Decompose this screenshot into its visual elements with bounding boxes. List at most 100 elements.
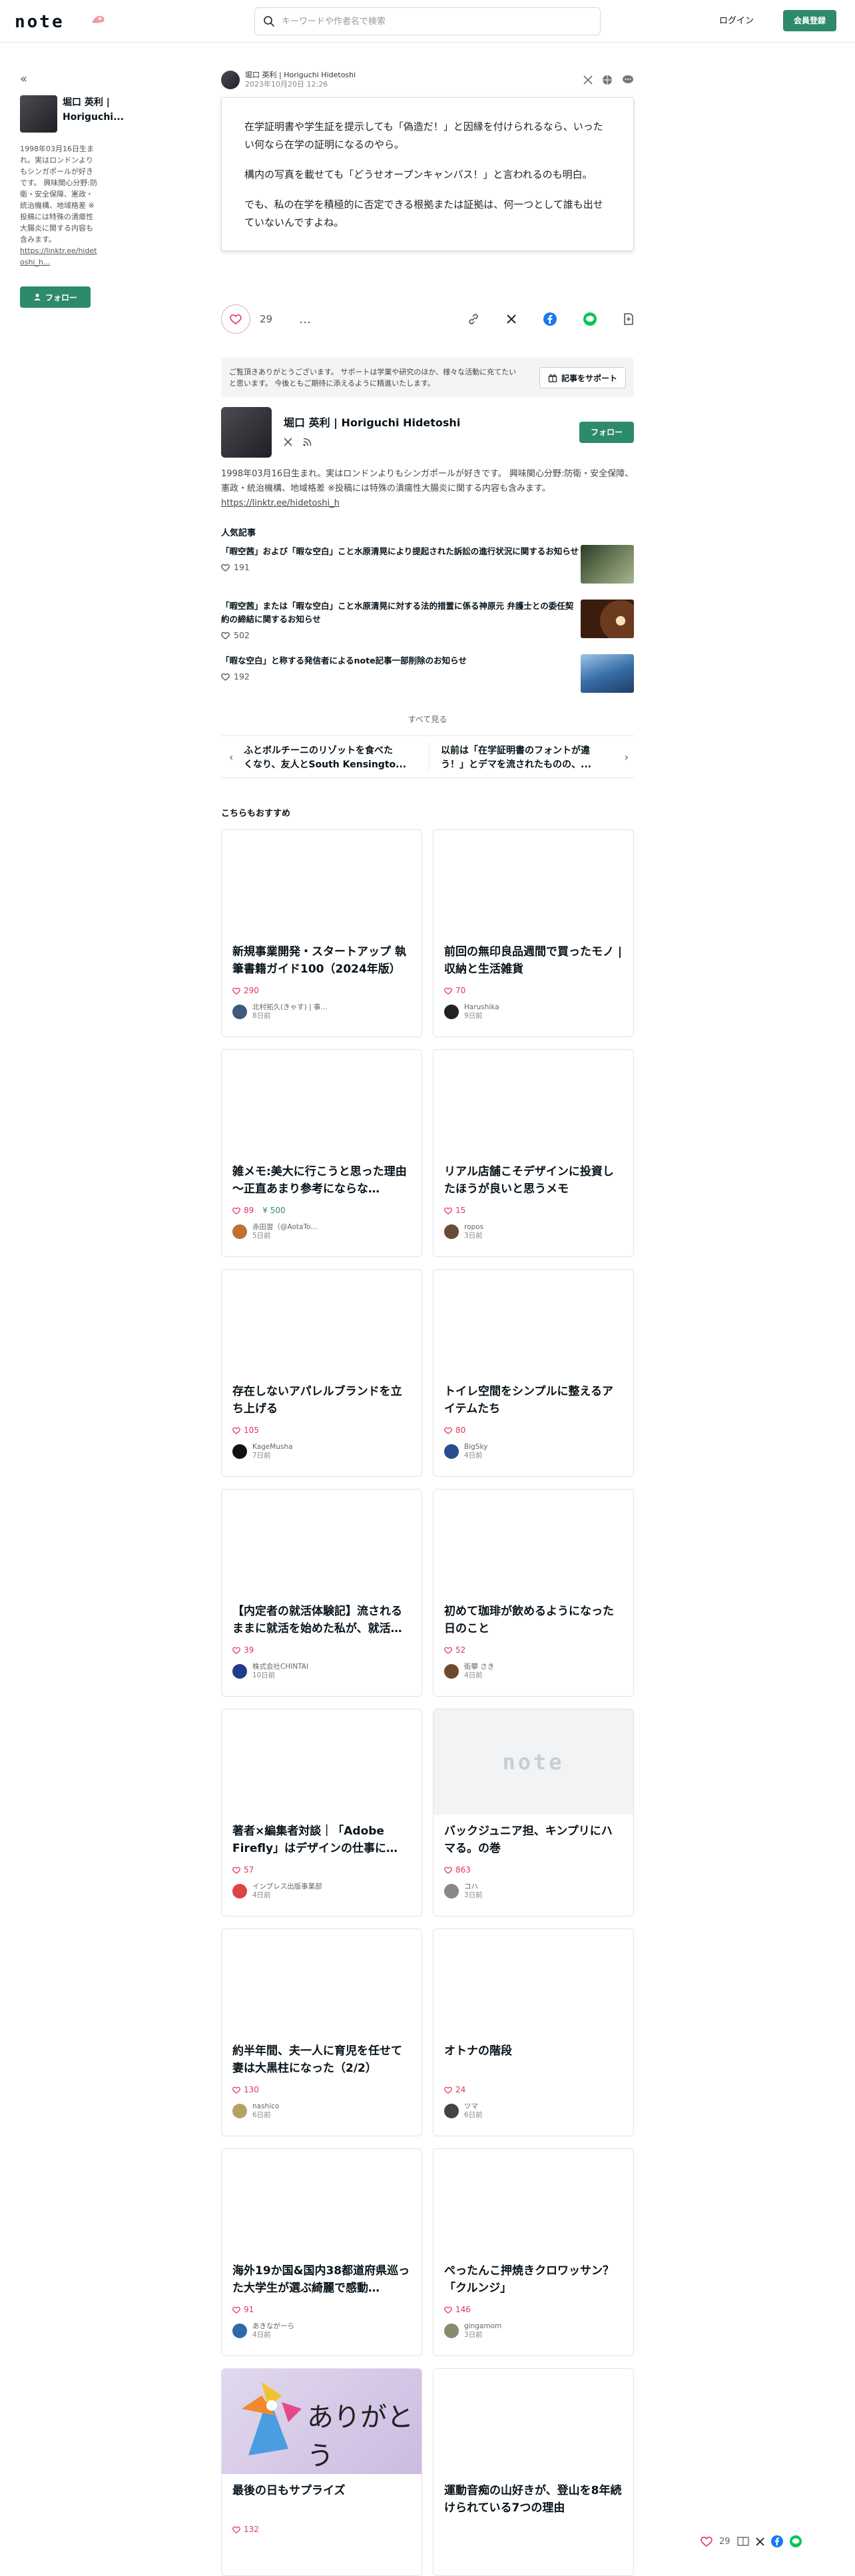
next-article-title: 以前は「在学証明書のフォントが違 bbox=[441, 745, 590, 756]
rss-icon[interactable] bbox=[303, 438, 312, 446]
link-icon[interactable] bbox=[467, 313, 479, 325]
heart-outline-icon bbox=[221, 564, 230, 572]
avatar[interactable] bbox=[20, 95, 57, 133]
recommend-card[interactable]: ぺったんこ押焼きクロワッサン？「クルンジ」 146 gingamom 3日前 bbox=[433, 2148, 634, 2356]
recommend-card[interactable]: 海外19か国&国内38都道府県巡った大学生が選ぶ綺麗で感動… 91 あきながーら 4日… bbox=[221, 2148, 422, 2356]
card-author[interactable]: ツマ 6日前 bbox=[444, 2102, 483, 2120]
x-logo-icon[interactable] bbox=[583, 75, 593, 85]
popular-thumbnail bbox=[581, 654, 634, 693]
chat-bubble-icon[interactable] bbox=[622, 75, 634, 85]
sidebar-creator-name[interactable]: 堀口 英利 | Horiguchi... bbox=[63, 95, 124, 125]
author-name[interactable]: 堀口 英利 | Horiguchi Hidetoshi bbox=[284, 414, 579, 430]
login-link[interactable]: ログイン bbox=[719, 13, 754, 26]
recommend-card[interactable]: オトナの階段 24 ツマ 6日前 bbox=[433, 1929, 634, 2136]
card-author[interactable]: インプレス出版事業部 4日前 bbox=[232, 1883, 322, 1900]
card-author[interactable]: コハ 3日前 bbox=[444, 1883, 483, 1900]
recommend-card[interactable]: ありがとう 最後の日もサプライズ 132 bbox=[221, 2368, 422, 2576]
card-author[interactable]: ropos 3日前 bbox=[444, 1223, 483, 1240]
heart-outline-icon bbox=[232, 1207, 240, 1214]
embed-author[interactable]: 堀口 英利 | Horiguchi Hidetoshi bbox=[245, 71, 356, 80]
search-input[interactable] bbox=[282, 14, 588, 29]
card-date: 5日前 bbox=[252, 1232, 271, 1240]
recommend-card[interactable]: 前回の無印良品週間で買ったモノ | 収納と生活雑貨 70 Harushika 9日前 bbox=[433, 829, 634, 1037]
card-likes: 132 bbox=[232, 2525, 259, 2534]
card-author-name: ツマ bbox=[464, 2102, 478, 2110]
card-author[interactable]: nashico 6日前 bbox=[232, 2102, 279, 2120]
heart-outline-icon bbox=[232, 2306, 240, 2314]
card-thumbnail bbox=[433, 2369, 633, 2474]
line-icon[interactable] bbox=[583, 312, 597, 326]
float-facebook-icon[interactable] bbox=[770, 2535, 783, 2547]
next-article-link[interactable]: 以前は「在学証明書のフォントが違 う！」とデマを流されたものの、... bbox=[434, 736, 634, 777]
card-author[interactable]: 北村拓久(きゃす) | 事… 8日前 bbox=[232, 1003, 328, 1021]
card-author-name: ropos bbox=[464, 1223, 484, 1231]
search-box[interactable] bbox=[254, 7, 601, 35]
like-button[interactable] bbox=[221, 304, 250, 334]
embedded-post-body[interactable]: 在学証明書や学生証を提示しても「偽造だ！」と因縁を付けられるなら、いったい何なら… bbox=[221, 97, 634, 251]
card-title: 著者×編集者対談｜「Adobe Firefly」はデザインの仕事に… bbox=[232, 1825, 398, 1855]
recommend-card[interactable]: 存在しないアパレルブランドを立ち上げる 105 KageMusha 7日前 bbox=[221, 1269, 422, 1477]
float-heart-icon[interactable] bbox=[701, 2536, 712, 2547]
recommend-card[interactable]: 著者×編集者対談｜「Adobe Firefly」はデザインの仕事に… 57 インプレ… bbox=[221, 1709, 422, 1917]
signup-button[interactable]: 会員登録 bbox=[783, 10, 836, 31]
recommend-card[interactable]: リアル店舗こそデザインに投資したほうが良いと思うメモ 15 ropos 3日前 bbox=[433, 1049, 634, 1257]
recommend-card[interactable]: トイレ空間をシンプルに整えるアイテムたち 80 BigSky 4日前 bbox=[433, 1269, 634, 1477]
collapse-sidebar-icon[interactable]: « bbox=[20, 72, 100, 86]
card-author[interactable]: gingamom 3日前 bbox=[444, 2322, 501, 2340]
embed-paragraph: 在学証明書や学生証を提示しても「偽造だ！」と因縁を付けられるなら、いったい何なら… bbox=[244, 121, 603, 151]
recommend-card[interactable]: 【内定者の就活体験記】流されるままに就活を始めた私が、就活… 39 株式会社CHIN… bbox=[221, 1489, 422, 1697]
globe-icon[interactable] bbox=[602, 75, 613, 85]
sidebar-follow-label: フォロー bbox=[45, 292, 77, 302]
heart-outline-icon bbox=[232, 1647, 240, 1654]
card-author[interactable]: あきながーら 4日前 bbox=[232, 2322, 294, 2340]
card-author-name: nashico bbox=[252, 2102, 280, 2110]
embed-avatar[interactable] bbox=[221, 71, 240, 89]
sidebar-profile-link[interactable]: https://linktr.ee/hidetoshi_h... bbox=[20, 245, 99, 268]
card-date: 10日前 bbox=[252, 1671, 276, 1679]
author-follow-button[interactable]: フォロー bbox=[579, 422, 634, 443]
recommend-card[interactable]: 雑メモ:美大に行こうと思った理由 〜正直あまり参考にならな… 89 ¥ 500 赤田習… bbox=[221, 1049, 422, 1257]
x-profile-icon[interactable] bbox=[284, 438, 292, 446]
card-author-name: gingamom bbox=[464, 2322, 502, 2330]
like-count[interactable]: 29 bbox=[260, 313, 272, 325]
recommend-card[interactable]: note バックジュニア担、キンプリにハマる。の巻 863 コハ 3日前 bbox=[433, 1709, 634, 1917]
recommend-card[interactable]: 新規事業開発・スタートアップ 執筆書籍ガイド100（2024年版） 290 北村拓久… bbox=[221, 829, 422, 1037]
card-author-name: コハ bbox=[464, 1883, 478, 1891]
card-likes: 91 bbox=[232, 2305, 254, 2314]
sidebar-follow-button[interactable]: フォロー bbox=[20, 286, 91, 308]
card-author[interactable]: 株式会社CHINTAI 10日前 bbox=[232, 1663, 308, 1680]
recommend-card[interactable]: 約半年間、夫一人に育児を任せて妻は大黒柱になった（2/2） 130 nashico 6… bbox=[221, 1929, 422, 2136]
float-line-icon[interactable] bbox=[789, 2535, 802, 2547]
note-logo[interactable]: note bbox=[15, 12, 65, 32]
recommend-card[interactable]: 初めて珈琲が飲めるようになった日のこと 52 街攀 さき 4日前 bbox=[433, 1489, 634, 1697]
popular-item[interactable]: 「暇空茜」および「暇な空白」こと水原清晃により提起された訴訟の進行状況に関するお… bbox=[221, 545, 634, 593]
magazine-icon[interactable] bbox=[736, 2536, 749, 2547]
card-author-name: 赤田習（@AotaTo… bbox=[252, 1223, 318, 1231]
card-title: 新規事業開発・スタートアップ 執筆書籍ガイド100（2024年版） bbox=[232, 945, 406, 976]
heart-outline-icon bbox=[232, 2086, 240, 2094]
card-author[interactable]: BigSky 4日前 bbox=[444, 1443, 487, 1460]
see-all-link[interactable]: すべて見る bbox=[221, 706, 634, 733]
card-author[interactable]: Harushika 9日前 bbox=[444, 1003, 499, 1021]
card-author[interactable]: KageMusha 7日前 bbox=[232, 1443, 293, 1460]
author-profile-link[interactable]: https://linktr.ee/hidetoshi_h bbox=[221, 498, 340, 508]
bookmark-icon[interactable] bbox=[623, 313, 634, 325]
more-options-button[interactable]: … bbox=[299, 312, 311, 326]
facebook-icon[interactable] bbox=[543, 312, 557, 326]
card-title: 初めて珈琲が飲めるようになった日のこと bbox=[444, 1605, 614, 1635]
x-share-icon[interactable] bbox=[506, 314, 517, 324]
support-button[interactable]: 記事をサポート bbox=[539, 367, 626, 388]
recommend-card[interactable]: 運動音痴の山好きが、登山を8年続けられている7つの理由 bbox=[433, 2368, 634, 2576]
card-author[interactable]: 街攀 さき 4日前 bbox=[444, 1663, 494, 1680]
heart-outline-icon bbox=[232, 987, 240, 995]
floating-action-bar: 29 bbox=[701, 2535, 802, 2547]
popular-thumbnail bbox=[581, 600, 634, 638]
previous-article-link[interactable]: ふとボルチーニのリゾットを食べた くなり、友人とSouth Kensingto.… bbox=[221, 736, 426, 777]
author-avatar[interactable] bbox=[221, 407, 272, 458]
popular-item[interactable]: 「暇空茜」または「暇な空白」こと水原清晃に対する法的措置に係る神原元 弁護士との… bbox=[221, 600, 634, 647]
popular-item[interactable]: 「暇な空白」と称する発信者によるnote記事一部削除のお知らせ 192 bbox=[221, 654, 634, 702]
card-author[interactable]: 赤田習（@AotaTo… 5日前 bbox=[232, 1223, 318, 1240]
float-x-icon[interactable] bbox=[755, 2537, 764, 2546]
support-button-label: 記事をサポート bbox=[561, 373, 617, 383]
sidebar-bio: 1998年03月16日生まれ。実はロンドンよりもシンガポールが好きです。 興味関… bbox=[20, 143, 99, 268]
